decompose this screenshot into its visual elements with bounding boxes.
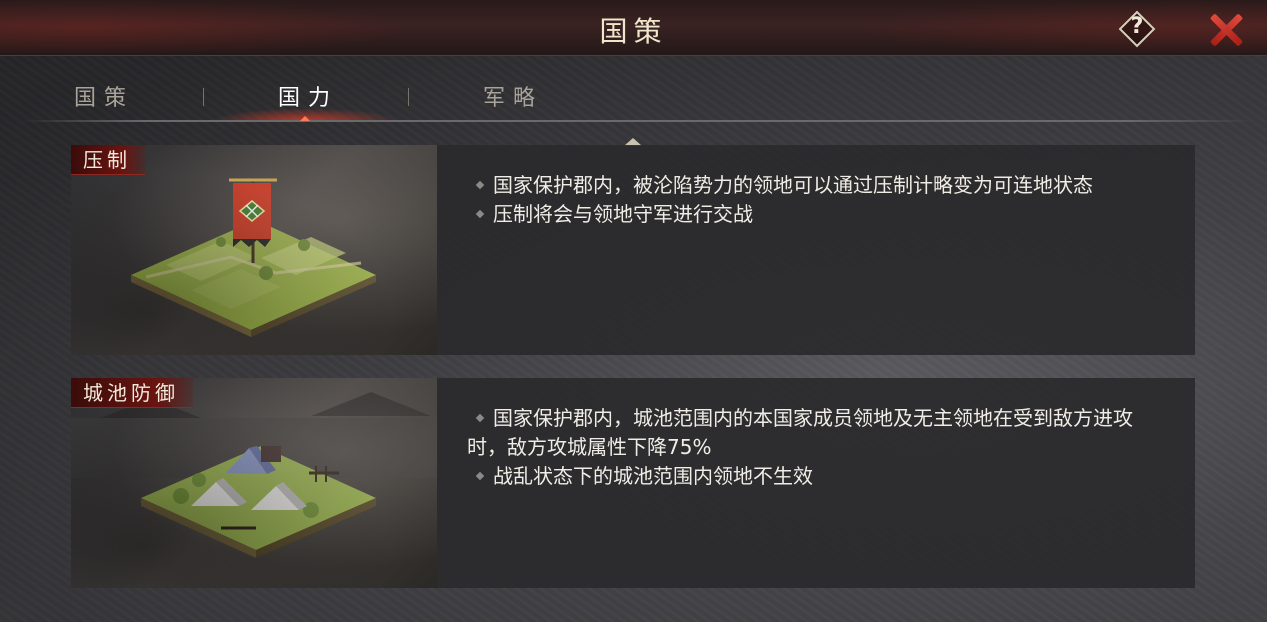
title-bar: 国策 ? bbox=[0, 0, 1267, 56]
bullet-icon bbox=[475, 471, 485, 480]
card-label: 压制 bbox=[71, 145, 145, 175]
tab-guoce[interactable]: 国策 bbox=[74, 80, 134, 112]
description-line: 国家保护郡内，被沦陷势力的领地可以通过压制计略变为可连地状态 bbox=[467, 171, 1167, 200]
policy-card-suppression: 压制 国家保护郡内，被沦陷势力的领地可以通过压制计略变为可连地状态 压制将会与领… bbox=[71, 145, 1195, 355]
active-tab-marker-icon bbox=[300, 116, 310, 121]
policy-card-city-defense: 城池防御 国家保护郡内，城池范围内的本国家成员领地及无主领地在受到敌方进攻时，敌… bbox=[71, 378, 1195, 588]
description-line: 压制将会与领地守军进行交战 bbox=[467, 200, 1167, 229]
bullet-icon bbox=[475, 209, 485, 218]
tab-divider bbox=[203, 88, 204, 106]
description-line: 国家保护郡内，城池范围内的本国家成员领地及无主领地在受到敌方进攻时，敌方攻城属性… bbox=[467, 404, 1167, 462]
bullet-icon bbox=[475, 180, 485, 189]
card-description: 国家保护郡内，城池范围内的本国家成员领地及无主领地在受到敌方进攻时，敌方攻城属性… bbox=[467, 404, 1167, 491]
help-button[interactable]: ? bbox=[1118, 10, 1156, 48]
suppression-image bbox=[71, 145, 437, 355]
tab-divider bbox=[408, 88, 409, 106]
bullet-icon bbox=[475, 413, 485, 422]
description-line: 战乱状态下的城池范围内领地不生效 bbox=[467, 462, 1167, 491]
description-text: 国家保护郡内，被沦陷势力的领地可以通过压制计略变为可连地状态 bbox=[493, 173, 1093, 197]
card-description: 国家保护郡内，被沦陷势力的领地可以通过压制计略变为可连地状态 压制将会与领地守军… bbox=[467, 171, 1167, 229]
description-text: 战乱状态下的城池范围内领地不生效 bbox=[493, 464, 813, 488]
tab-junlue[interactable]: 军略 bbox=[483, 80, 543, 112]
page-title: 国策 bbox=[599, 15, 668, 48]
close-button[interactable] bbox=[1206, 10, 1246, 50]
city-defense-image bbox=[71, 378, 437, 588]
tab-bar: 国策 国力 军略 bbox=[0, 70, 1267, 122]
card-label: 城池防御 bbox=[71, 378, 193, 408]
tab-underline bbox=[22, 120, 1252, 122]
description-text: 国家保护郡内，城池范围内的本国家成员领地及无主领地在受到敌方进攻时，敌方攻城属性… bbox=[467, 406, 1133, 459]
question-mark-icon: ? bbox=[1130, 14, 1144, 39]
description-text: 压制将会与领地守军进行交战 bbox=[493, 202, 753, 226]
